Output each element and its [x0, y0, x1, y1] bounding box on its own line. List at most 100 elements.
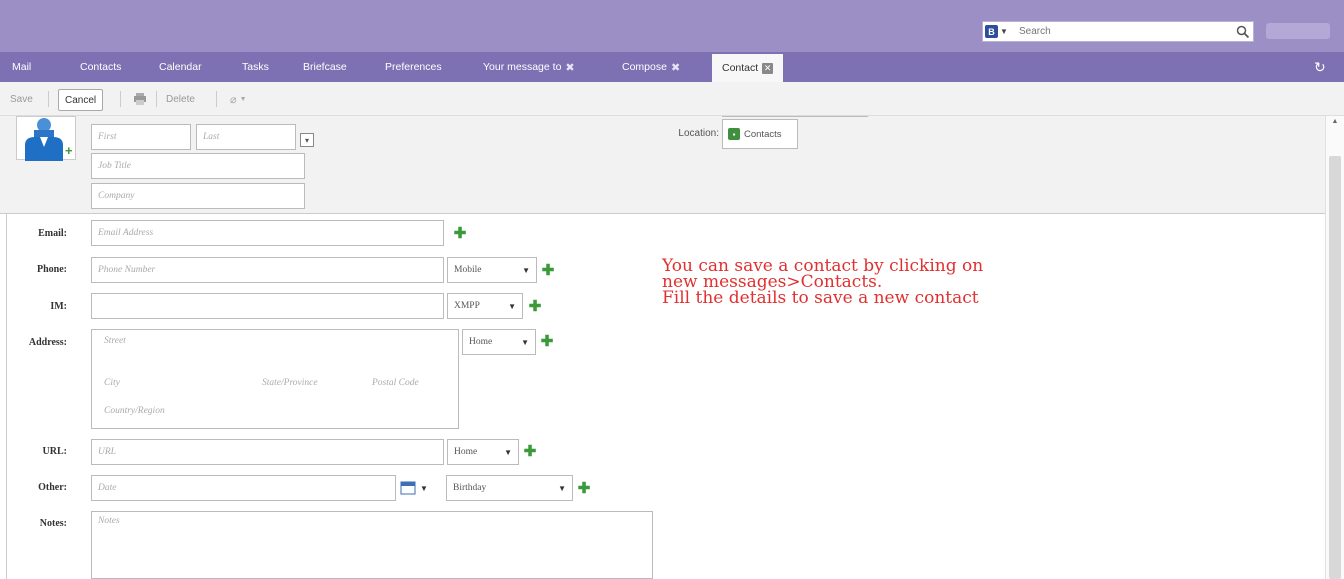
- user-menu[interactable]: [1266, 23, 1330, 39]
- chevron-down-icon: ▼: [239, 95, 247, 103]
- first-name-field[interactable]: First: [91, 124, 191, 150]
- url-type-value: Home: [454, 447, 478, 457]
- add-im-icon[interactable]: ✚: [528, 299, 542, 314]
- address-type-select[interactable]: Home ▼: [462, 329, 536, 355]
- toolbar-divider: [216, 91, 217, 107]
- search-type-dropdown[interactable]: B ▼: [985, 24, 1015, 39]
- contact-photo[interactable]: +: [16, 116, 76, 161]
- phone-label: Phone:: [37, 264, 67, 275]
- other-label: Other:: [38, 482, 67, 493]
- toolbar-divider: [156, 91, 157, 107]
- chevron-down-icon: ▼: [1000, 27, 1008, 36]
- other-date-field[interactable]: Date: [91, 475, 396, 501]
- im-field[interactable]: [91, 293, 444, 319]
- city-field[interactable]: City: [104, 378, 120, 388]
- tab-mail[interactable]: Mail: [12, 52, 31, 82]
- address-label: Address:: [28, 337, 67, 348]
- country-field[interactable]: Country/Region: [104, 406, 165, 416]
- chevron-down-icon: ▼: [420, 483, 428, 493]
- job-title-field[interactable]: Job Title: [91, 153, 305, 179]
- add-url-icon[interactable]: ✚: [523, 444, 537, 459]
- refresh-icon[interactable]: ↻: [1314, 59, 1330, 75]
- tab-preferences[interactable]: Preferences: [385, 52, 442, 82]
- tab-contacts[interactable]: Contacts: [80, 52, 121, 82]
- location-value: Contacts: [744, 128, 782, 140]
- im-type-select[interactable]: XMPP ▼: [447, 293, 523, 319]
- add-email-icon[interactable]: ✚: [453, 226, 467, 241]
- calendar-icon: [400, 481, 416, 495]
- other-type-select[interactable]: Birthday ▼: [446, 475, 573, 501]
- add-phone-icon[interactable]: ✚: [541, 263, 555, 278]
- company-field[interactable]: Company: [91, 183, 305, 209]
- save-button[interactable]: Save: [10, 89, 33, 109]
- url-type-select[interactable]: Home ▼: [447, 439, 519, 465]
- toolbar: Save Cancel Delete ⌀ ▼: [0, 82, 1344, 116]
- scrollbar-thumb[interactable]: [1329, 156, 1341, 579]
- phone-type-select[interactable]: Mobile ▼: [447, 257, 537, 283]
- url-label: URL:: [42, 446, 67, 457]
- chevron-down-icon: ▼: [558, 483, 566, 493]
- svg-text:+: +: [65, 143, 73, 158]
- tab-compose[interactable]: Compose ✖: [622, 52, 680, 82]
- contact-header-panel: + First Last ▾ Job Title Company Locatio…: [0, 116, 1325, 214]
- location-label: Location:: [678, 128, 719, 139]
- tab-contact[interactable]: Contact ✕: [712, 54, 784, 82]
- contacts-folder-icon: ▪: [728, 128, 740, 140]
- add-other-icon[interactable]: ✚: [577, 481, 591, 496]
- tab-label: Tasks: [242, 61, 269, 73]
- close-icon[interactable]: ✖: [671, 61, 680, 74]
- tab-briefcase[interactable]: Briefcase: [303, 52, 347, 82]
- cancel-button[interactable]: Cancel: [58, 89, 104, 111]
- instruction-annotation: You can save a contact by clicking on ne…: [662, 258, 1082, 308]
- im-type-value: XMPP: [454, 301, 480, 311]
- expand-name-button[interactable]: ▾: [300, 133, 314, 147]
- address-block: Street City State/Province Postal Code C…: [91, 329, 459, 429]
- chevron-down-icon: ▼: [521, 337, 529, 347]
- tab-calendar[interactable]: Calendar: [159, 52, 202, 82]
- im-label: IM:: [50, 301, 67, 312]
- location-folder-button[interactable]: ▪ Contacts: [722, 119, 798, 149]
- date-picker-button[interactable]: ▼: [400, 479, 436, 497]
- search-icon[interactable]: [1235, 24, 1251, 40]
- tab-label: Compose: [622, 61, 667, 73]
- tab-label: Preferences: [385, 61, 442, 73]
- postal-code-field[interactable]: Postal Code: [372, 378, 419, 388]
- tab-your-message[interactable]: Your message to ✖: [483, 52, 575, 82]
- print-icon: [134, 93, 146, 105]
- toolbar-divider: [48, 91, 49, 107]
- state-field[interactable]: State/Province: [262, 378, 318, 388]
- search-input[interactable]: [1019, 23, 1219, 40]
- print-button[interactable]: [133, 89, 147, 109]
- url-field[interactable]: URL: [91, 439, 444, 465]
- chevron-down-icon: ▾: [304, 135, 309, 145]
- vertical-scrollbar[interactable]: ▲: [1325, 116, 1344, 579]
- chevron-down-icon: ▼: [504, 447, 512, 457]
- add-address-icon[interactable]: ✚: [540, 334, 554, 349]
- notes-field[interactable]: Notes: [91, 511, 653, 579]
- chevron-down-icon: ▼: [508, 301, 516, 311]
- tab-label: Your message to: [483, 61, 562, 73]
- contact-avatar-icon: +: [25, 118, 73, 161]
- close-icon[interactable]: ✕: [762, 62, 774, 74]
- annotation-line: Fill the details to save a new contact: [662, 288, 979, 308]
- location-divider: [722, 116, 868, 117]
- tab-label: Calendar: [159, 61, 202, 73]
- tab-label: Contacts: [80, 61, 122, 73]
- toolbar-divider: [120, 91, 121, 107]
- tab-tasks[interactable]: Tasks: [242, 52, 269, 82]
- last-name-field[interactable]: Last: [196, 124, 296, 150]
- scroll-up-icon[interactable]: ▲: [1330, 118, 1340, 128]
- app-header: B ▼: [0, 0, 1344, 52]
- tab-label: Briefcase: [303, 61, 347, 73]
- phone-field[interactable]: Phone Number: [91, 257, 444, 283]
- delete-button[interactable]: Delete: [166, 89, 195, 109]
- close-icon[interactable]: ✖: [565, 61, 574, 74]
- email-field[interactable]: Email Address: [91, 220, 444, 246]
- email-label: Email:: [38, 228, 67, 239]
- search-box[interactable]: B ▼: [982, 21, 1254, 42]
- street-field[interactable]: Street: [104, 336, 126, 346]
- tab-label: Mail: [12, 61, 32, 73]
- chevron-down-icon: ▼: [522, 265, 530, 275]
- search-type-icon: B: [985, 25, 998, 38]
- tag-button[interactable]: ⌀ ▼: [230, 89, 247, 109]
